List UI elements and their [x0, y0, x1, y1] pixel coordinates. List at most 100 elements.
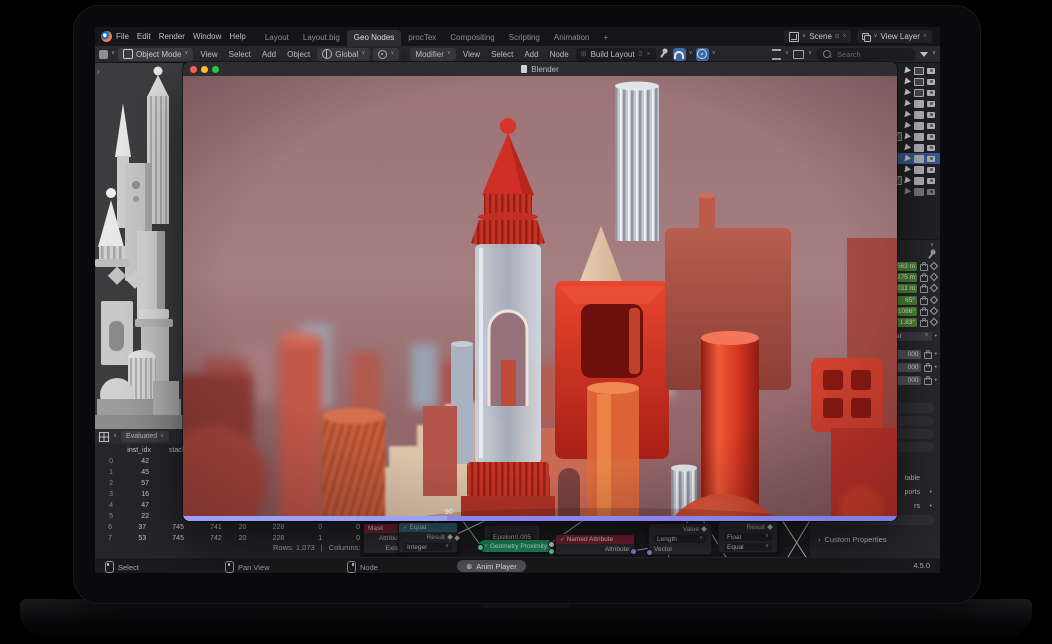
- keyframe-diamond-icon[interactable]: [930, 296, 938, 304]
- monitor-icon[interactable]: [914, 155, 924, 163]
- tab-layout[interactable]: Layout: [258, 30, 296, 46]
- custom-properties-panel[interactable]: › Custom Properties: [818, 535, 887, 544]
- menu-window[interactable]: Window: [189, 32, 225, 41]
- node-named-attribute[interactable]: ✓ Named Attribute Attribute: [555, 534, 635, 555]
- node-menu-node[interactable]: Node: [546, 50, 573, 59]
- integer-dropdown[interactable]: Integer∨: [404, 543, 452, 551]
- monitor-icon[interactable]: [914, 100, 924, 108]
- modifier-dropdown[interactable]: Modifier ∨: [410, 48, 455, 61]
- close-window-button[interactable]: [190, 66, 197, 73]
- minimize-window-button[interactable]: [201, 66, 208, 73]
- keyframe-diamond-icon[interactable]: [930, 262, 938, 270]
- viewport-3d-clay[interactable]: ›: [95, 63, 183, 429]
- keyframe-diamond-icon[interactable]: [930, 284, 938, 292]
- camera-icon[interactable]: [927, 123, 935, 129]
- lock-icon[interactable]: [924, 365, 932, 372]
- copy-icon[interactable]: ⧄: [835, 33, 839, 41]
- monitor-icon[interactable]: [914, 166, 924, 174]
- pin-icon[interactable]: [660, 51, 666, 58]
- keyframe-diamond-icon[interactable]: [930, 273, 938, 281]
- pivot-dropdown[interactable]: ∨: [373, 48, 399, 61]
- tab-proctex[interactable]: procTex: [401, 30, 443, 46]
- pin-icon[interactable]: [928, 252, 934, 259]
- column-inst-idx[interactable]: inst_idx: [115, 447, 151, 454]
- monitor-icon[interactable]: [914, 177, 924, 185]
- render-window[interactable]: Blender: [183, 62, 897, 521]
- monitor-icon[interactable]: [914, 89, 924, 97]
- object-mode-dropdown[interactable]: Object Mode ∨: [118, 48, 193, 61]
- lock-icon[interactable]: [920, 275, 928, 282]
- blender-logo-icon[interactable]: [101, 31, 112, 42]
- search-input[interactable]: [835, 49, 899, 60]
- monitor-icon[interactable]: [914, 188, 924, 196]
- view-layer-selector[interactable]: ∨ View Layer ×: [857, 30, 932, 43]
- operation-dropdown[interactable]: Equal∨: [724, 543, 772, 551]
- node-menu-add[interactable]: Add: [520, 50, 542, 59]
- lock-icon[interactable]: [920, 264, 928, 271]
- lock-icon[interactable]: [920, 309, 928, 316]
- menu-file[interactable]: File: [112, 32, 133, 41]
- lock-icon[interactable]: [920, 298, 928, 305]
- monitor-icon[interactable]: [914, 111, 924, 119]
- display-mode-icon[interactable]: [772, 49, 781, 60]
- spreadsheet-icon[interactable]: [99, 432, 109, 442]
- orientation-dropdown[interactable]: Global ∨: [317, 48, 370, 61]
- viewport-menu-add[interactable]: Add: [258, 50, 280, 59]
- camera-icon[interactable]: [927, 90, 935, 96]
- close-icon[interactable]: ×: [647, 51, 651, 58]
- camera-icon[interactable]: [927, 145, 935, 151]
- outliner-search[interactable]: [816, 48, 916, 61]
- camera-icon[interactable]: [927, 178, 935, 184]
- node-geometry-proximity[interactable]: › Geometry Proximity: [479, 540, 553, 552]
- scene-selector[interactable]: ∨ Scene ⧄ ×: [784, 30, 851, 43]
- camera-icon[interactable]: [927, 134, 935, 140]
- maximize-window-button[interactable]: [212, 66, 219, 73]
- node-compare-equal[interactable]: ✓ Equal Result Integer∨: [398, 522, 458, 553]
- menu-help[interactable]: Help: [225, 32, 249, 41]
- monitor-icon[interactable]: [914, 144, 924, 152]
- tab-layout-big[interactable]: Layout.big: [296, 30, 347, 46]
- restriction-toggles-icon[interactable]: [793, 50, 804, 59]
- camera-icon[interactable]: [927, 167, 935, 173]
- close-icon[interactable]: ×: [923, 33, 927, 40]
- viewport-menu-select[interactable]: Select: [225, 50, 255, 59]
- table-row[interactable]: 637 745741 20228 00: [95, 522, 360, 533]
- camera-icon[interactable]: [927, 101, 935, 107]
- keyframe-diamond-icon[interactable]: [930, 307, 938, 315]
- operation-dropdown[interactable]: Length∨: [654, 535, 706, 543]
- lock-icon[interactable]: [920, 320, 928, 327]
- menu-edit[interactable]: Edit: [133, 32, 155, 41]
- socket-attribute[interactable]: [630, 548, 637, 555]
- lock-icon[interactable]: [924, 378, 932, 385]
- close-icon[interactable]: ×: [842, 33, 846, 40]
- tab-add-workspace[interactable]: +: [596, 30, 615, 46]
- tab-compositing[interactable]: Compositing: [443, 30, 501, 46]
- lock-icon[interactable]: [924, 352, 932, 359]
- region-toggle-icon[interactable]: ›: [97, 67, 100, 76]
- tab-geo-nodes[interactable]: Geo Nodes: [347, 30, 401, 46]
- editor-type-icon[interactable]: [99, 50, 108, 59]
- socket-vector[interactable]: [646, 549, 653, 556]
- camera-icon[interactable]: [927, 112, 935, 118]
- socket-input[interactable]: [477, 544, 484, 551]
- camera-icon[interactable]: [927, 156, 935, 162]
- monitor-icon[interactable]: [914, 67, 924, 75]
- keyframe-diamond-icon[interactable]: [930, 318, 938, 326]
- tab-scripting[interactable]: Scripting: [502, 30, 547, 46]
- monitor-icon[interactable]: [914, 78, 924, 86]
- dataset-dropdown[interactable]: Evaluated ∨: [121, 431, 169, 442]
- menu-render[interactable]: Render: [155, 32, 189, 41]
- frame-progress-bar[interactable]: [183, 516, 897, 521]
- node-tree-selector[interactable]: ⊞ Build Layout 2 ×: [576, 48, 656, 61]
- rotation-mode-dropdown[interactable]: ler∨: [892, 332, 932, 341]
- filter-icon[interactable]: [920, 52, 928, 57]
- node-menu-view[interactable]: View: [459, 50, 484, 59]
- node-compare-float[interactable]: Result Float∨ Equal∨: [718, 521, 778, 553]
- node-vector-math[interactable]: Value Length∨ Vector: [648, 523, 712, 555]
- mode-dropdown[interactable]: Float∨: [724, 533, 772, 541]
- node-menu-select[interactable]: Select: [487, 50, 517, 59]
- caret-down-icon[interactable]: ∨: [930, 243, 934, 249]
- tab-animation[interactable]: Animation: [547, 30, 597, 46]
- camera-icon[interactable]: [927, 189, 935, 195]
- proportional-edit-toggle[interactable]: [696, 48, 709, 61]
